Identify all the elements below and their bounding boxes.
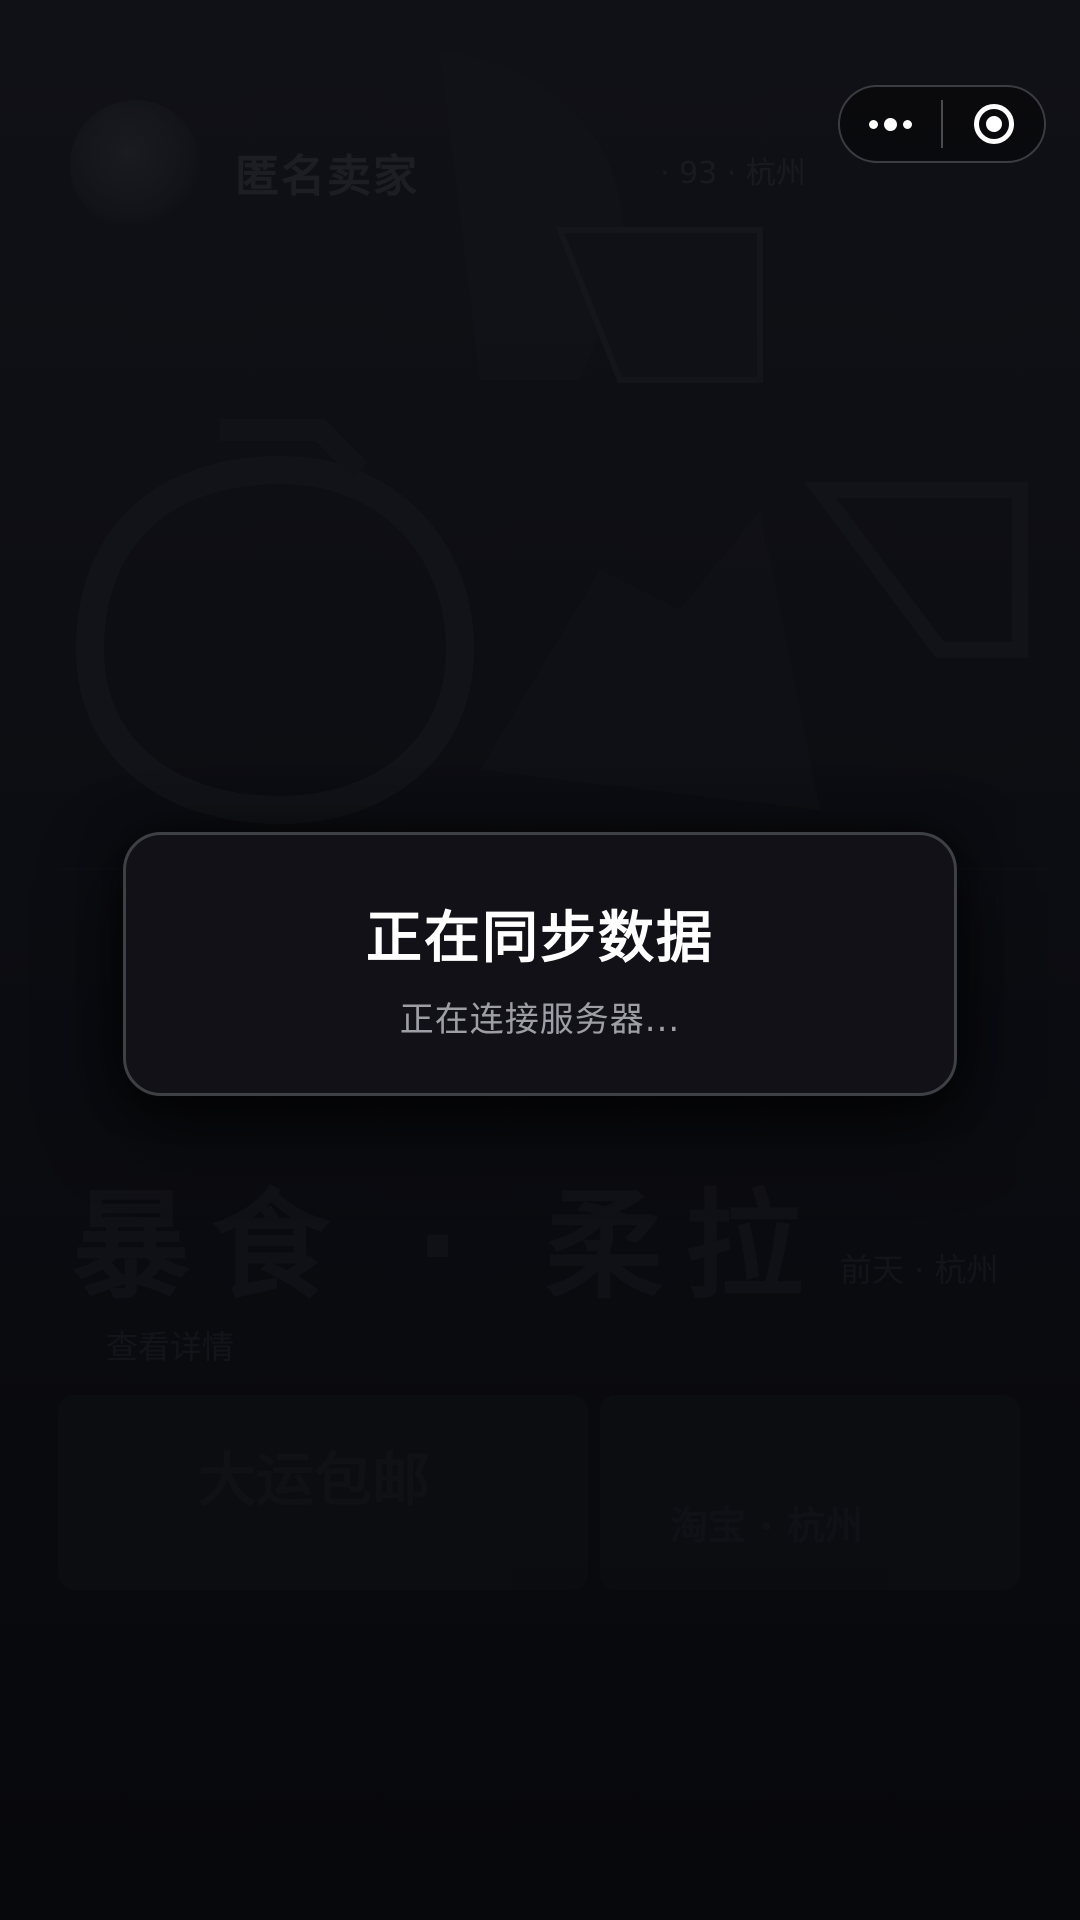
listing-meta: 前天 · 杭州 xyxy=(840,1251,999,1289)
source-card-text: 淘宝 · 杭州 xyxy=(670,1504,863,1548)
dialog-message: 正在连接服务器... xyxy=(399,1000,681,1040)
more-button[interactable] xyxy=(840,87,941,161)
source-card: 淘宝 · 杭州 xyxy=(600,1395,1020,1590)
close-button[interactable] xyxy=(943,87,1044,161)
shipping-card: 大运包邮 xyxy=(58,1395,588,1590)
background-artwork xyxy=(60,50,1050,870)
miniprogram-capsule xyxy=(838,85,1046,163)
more-dots-icon xyxy=(869,117,912,131)
view-detail-link: 查看详情 xyxy=(106,1328,235,1366)
loading-dialog: 正在同步数据 正在连接服务器... xyxy=(123,832,957,1096)
listing-title: 暴食 · 柔拉 xyxy=(72,1177,825,1315)
close-circle-icon xyxy=(973,104,1014,144)
shipping-card-text: 大运包邮 xyxy=(198,1446,431,1514)
dialog-title: 正在同步数据 xyxy=(366,906,714,971)
